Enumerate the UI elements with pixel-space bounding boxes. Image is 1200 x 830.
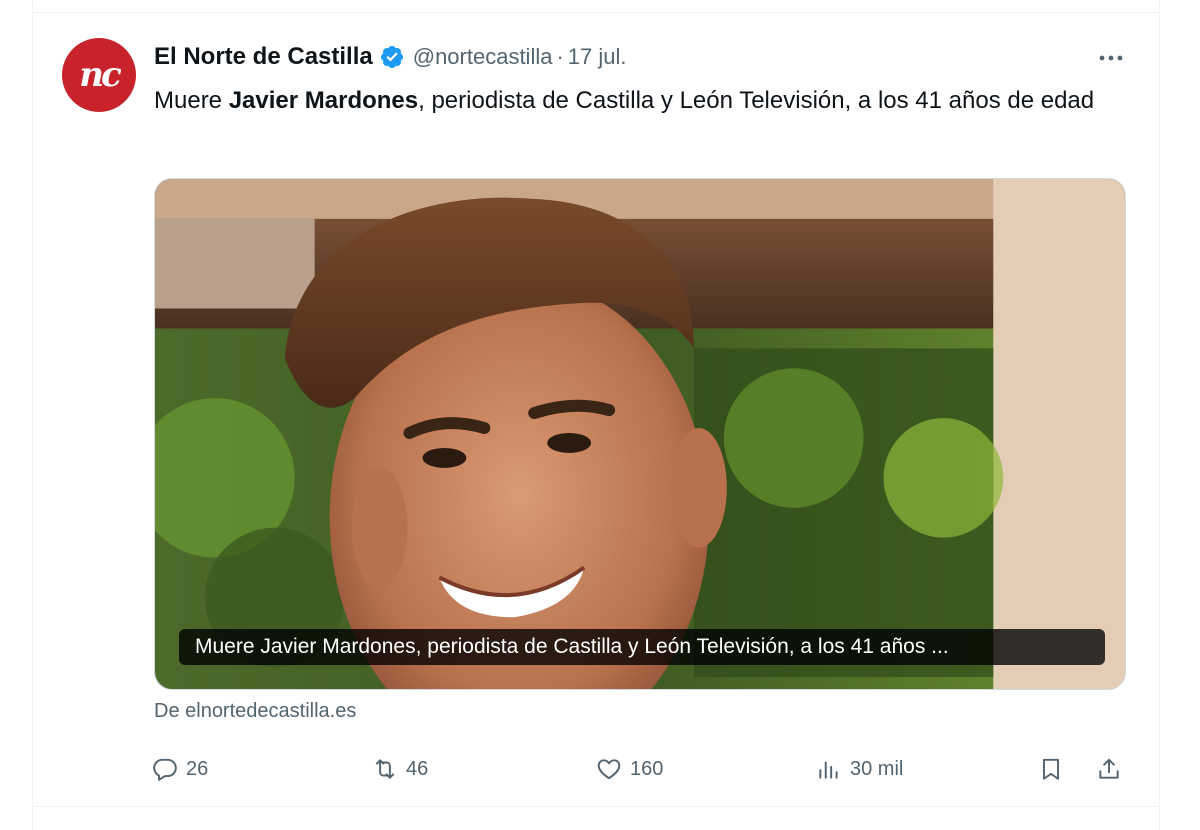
- retweet-icon: [372, 756, 398, 782]
- tweet-text-prefix: Muere: [154, 87, 229, 114]
- author-name[interactable]: El Norte de Castilla: [154, 43, 373, 71]
- tweet-header: El Norte de Castilla @nortecastilla · 17…: [154, 40, 627, 74]
- views-count: 30 mil: [850, 757, 904, 780]
- bookmark-button[interactable]: [1038, 752, 1064, 786]
- header-separator: ·: [556, 44, 564, 69]
- views-button[interactable]: 30 mil: [816, 752, 903, 786]
- more-icon[interactable]: [1094, 46, 1128, 70]
- card-source[interactable]: De elnortedecastilla.es: [154, 700, 356, 723]
- bookmark-icon: [1038, 756, 1064, 782]
- reply-button[interactable]: 26: [152, 752, 208, 786]
- verified-badge-icon[interactable]: [379, 44, 405, 70]
- share-icon: [1096, 756, 1122, 782]
- avatar[interactable]: nc: [62, 38, 136, 112]
- author-handle[interactable]: @nortecastilla: [413, 44, 553, 70]
- card-caption: Muere Javier Mardones, periodista de Cas…: [179, 629, 1105, 665]
- like-icon: [596, 756, 622, 782]
- reply-icon: [152, 756, 178, 782]
- card-photo: [155, 179, 1125, 689]
- tweet-text-suffix: , periodista de Castilla y León Televisi…: [418, 87, 1095, 114]
- like-count: 160: [630, 757, 664, 780]
- avatar-logo-text: nc: [79, 55, 121, 95]
- reply-count: 26: [186, 757, 209, 780]
- tweet-date[interactable]: 17 jul.: [568, 44, 627, 70]
- frame-divider-top: [32, 12, 1160, 13]
- share-button[interactable]: [1096, 752, 1122, 786]
- tweet-text-bold: Javier Mardones: [228, 87, 419, 114]
- retweet-count: 46: [406, 757, 429, 780]
- action-bar: 26 46 160 30 mil: [152, 752, 1132, 786]
- views-icon: [816, 756, 842, 782]
- frame-divider-left: [32, 0, 33, 830]
- like-button[interactable]: 160: [596, 752, 663, 786]
- tweet-text: Muere Javier Mardones, periodista de Cas…: [154, 84, 1134, 118]
- frame-divider-bottom: [32, 806, 1160, 807]
- retweet-button[interactable]: 46: [372, 752, 428, 786]
- link-card[interactable]: Muere Javier Mardones, periodista de Cas…: [154, 178, 1126, 690]
- frame-divider-right: [1159, 0, 1160, 830]
